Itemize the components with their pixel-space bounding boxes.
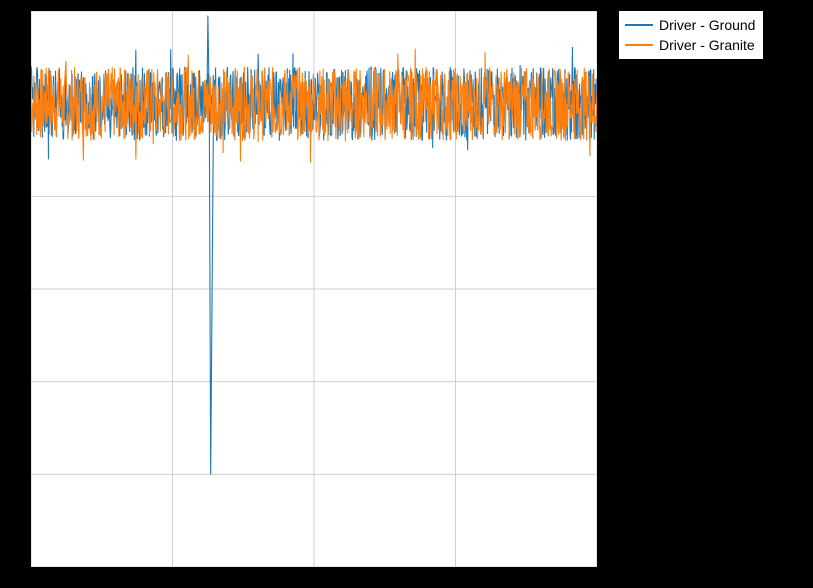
legend-swatch-icon [625, 44, 653, 46]
plot-area [30, 10, 598, 568]
legend-label: Driver - Granite [659, 37, 755, 53]
legend-label: Driver - Ground [659, 17, 755, 33]
legend-item: Driver - Ground [625, 15, 755, 35]
legend-item: Driver - Granite [625, 35, 755, 55]
legend: Driver - Ground Driver - Granite [618, 10, 764, 60]
legend-swatch-icon [625, 24, 653, 26]
